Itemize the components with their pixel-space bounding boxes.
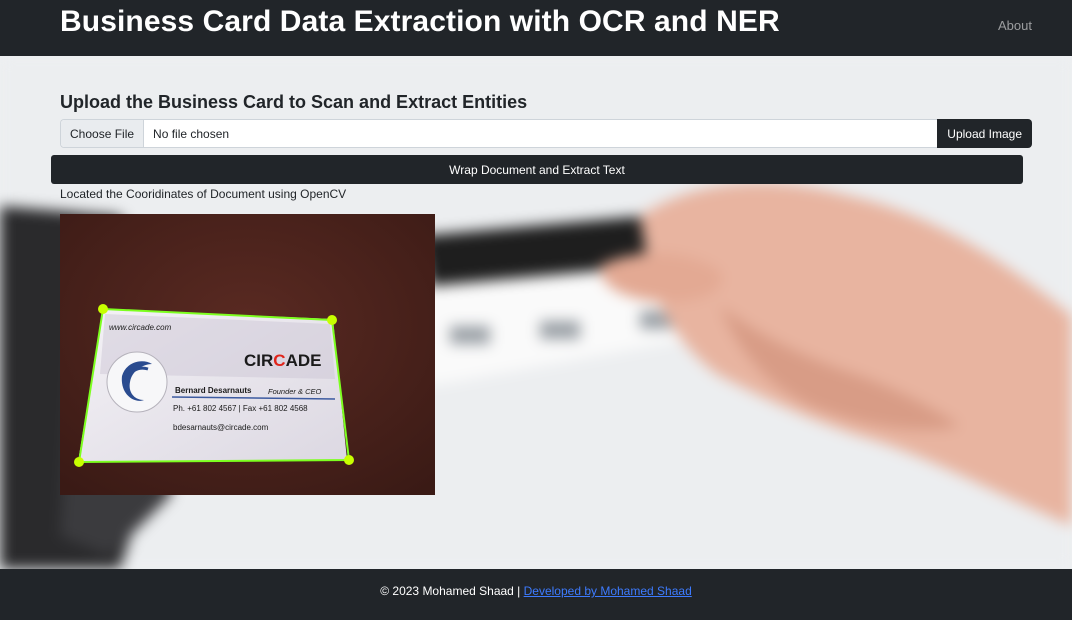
choose-file-button[interactable]: Choose File [61,120,145,147]
corner-marker-bottom-left [74,457,84,467]
upload-form: Choose File No file chosen Upload Image [60,119,1032,148]
file-input[interactable]: Choose File No file chosen [60,119,938,148]
nav-link-about[interactable]: About [998,18,1032,33]
located-coordinates-text: Located the Cooridinates of Document usi… [60,187,347,201]
card-name: Bernard Desarnauts [175,386,252,395]
card-company-suffix: ADE [286,351,322,370]
card-company: CIRCADE [244,351,321,370]
footer-line: © 2023 Mohamed Shaad | Developed by Moha… [0,584,1072,598]
upload-image-button[interactable]: Upload Image [937,119,1032,148]
card-company-accent: C [273,351,285,370]
footer: © 2023 Mohamed Shaad | Developed by Moha… [0,569,1072,620]
document-image: CIRCADE www.circade.com Bernard Desarnau… [60,214,435,495]
corner-marker-top-left [98,304,108,314]
file-status-text: No file chosen [153,126,230,141]
main-content: Upload the Business Card to Scan and Ext… [0,56,1072,569]
corner-marker-top-right [327,315,337,325]
navbar: Business Card Data Extraction with OCR a… [0,0,1072,56]
upload-heading: Upload the Business Card to Scan and Ext… [60,92,528,112]
card-website: www.circade.com [109,323,172,332]
footer-developer-link[interactable]: Developed by Mohamed Shaad [524,584,692,598]
footer-copyright: © 2023 Mohamed Shaad | [380,584,524,598]
card-company-prefix: CIR [244,351,273,370]
card-phone: Ph. +61 802 4567 | Fax +61 802 4568 [173,404,308,413]
card-email: bdesarnauts@circade.com [173,423,269,432]
navbar-brand[interactable]: Business Card Data Extraction with OCR a… [60,5,780,39]
wrap-extract-button[interactable]: Wrap Document and Extract Text [51,155,1023,184]
corner-marker-bottom-right [344,455,354,465]
card-logo [106,351,168,413]
card-title: Founder & CEO [268,387,322,396]
